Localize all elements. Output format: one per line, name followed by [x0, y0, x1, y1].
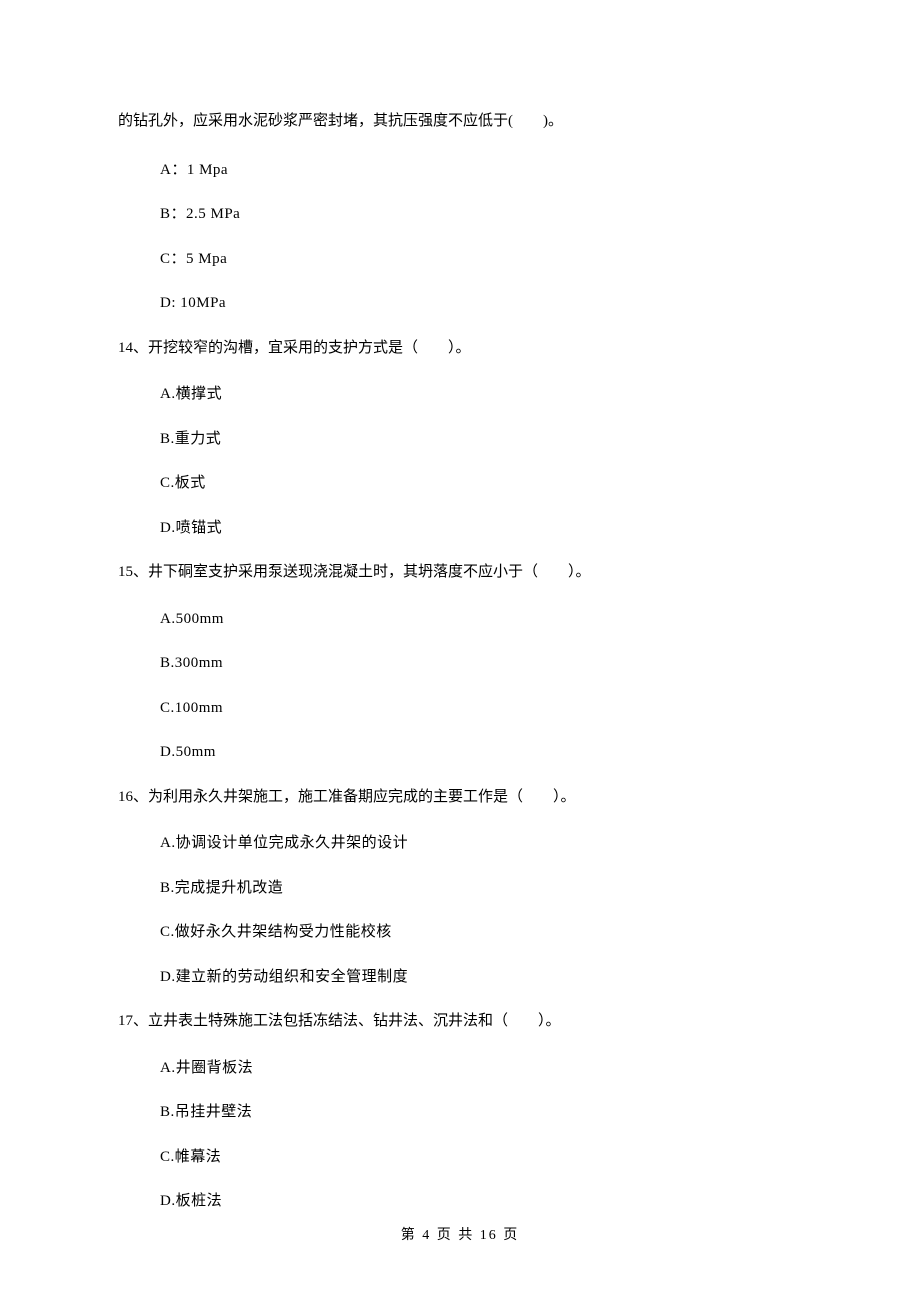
q16-option-c: C.做好永久井架结构受力性能校核 [160, 921, 802, 944]
q14-options: A.横撑式 B.重力式 C.板式 D.喷锚式 [160, 383, 802, 539]
q17-stem: 17、立井表土特殊施工法包括冻结法、钻井法、沉井法和（ ）。 [118, 1010, 802, 1033]
q14-option-b: B.重力式 [160, 428, 802, 451]
q14-option-a: A.横撑式 [160, 383, 802, 406]
q14-option-c: C.板式 [160, 472, 802, 495]
q17-option-b: B.吊挂井壁法 [160, 1101, 802, 1124]
q17-option-c: C.帷幕法 [160, 1146, 802, 1169]
q14-option-d: D.喷锚式 [160, 517, 802, 540]
q16-option-b: B.完成提升机改造 [160, 877, 802, 900]
q13-stem-continuation: 的钻孔外，应采用水泥砂浆严密封堵，其抗压强度不应低于( )。 [118, 110, 802, 133]
q16-option-d: D.建立新的劳动组织和安全管理制度 [160, 966, 802, 989]
q16-block: 16、为利用永久井架施工，施工准备期应完成的主要工作是（ ）。 A.协调设计单位… [118, 786, 802, 989]
q15-option-a: A.500mm [160, 608, 802, 631]
q13-options-block: A：1 Mpa B：2.5 MPa C：5 Mpa D: 10MPa [118, 159, 802, 315]
q13-option-b: B：2.5 MPa [160, 203, 802, 226]
page-footer: 第 4 页 共 16 页 [0, 1225, 920, 1246]
q13-options: A：1 Mpa B：2.5 MPa C：5 Mpa D: 10MPa [160, 159, 802, 315]
q17-block: 17、立井表土特殊施工法包括冻结法、钻井法、沉井法和（ ）。 A.井圈背板法 B… [118, 1010, 802, 1213]
q17-option-d: D.板桩法 [160, 1190, 802, 1213]
q16-options: A.协调设计单位完成永久井架的设计 B.完成提升机改造 C.做好永久井架结构受力… [160, 832, 802, 988]
q15-option-c: C.100mm [160, 697, 802, 720]
q17-options: A.井圈背板法 B.吊挂井壁法 C.帷幕法 D.板桩法 [160, 1057, 802, 1213]
q15-option-d: D.50mm [160, 741, 802, 764]
q15-option-b: B.300mm [160, 652, 802, 675]
q14-block: 14、开挖较窄的沟槽，宜采用的支护方式是（ ）。 A.横撑式 B.重力式 C.板… [118, 337, 802, 540]
q16-option-a: A.协调设计单位完成永久井架的设计 [160, 832, 802, 855]
q15-block: 15、井下硐室支护采用泵送现浇混凝土时，其坍落度不应小于（ ）。 A.500mm… [118, 561, 802, 764]
exam-page: 的钻孔外，应采用水泥砂浆严密封堵，其抗压强度不应低于( )。 A：1 Mpa B… [0, 0, 920, 1302]
q14-stem: 14、开挖较窄的沟槽，宜采用的支护方式是（ ）。 [118, 337, 802, 360]
q13-option-a: A：1 Mpa [160, 159, 802, 182]
q15-options: A.500mm B.300mm C.100mm D.50mm [160, 608, 802, 764]
q13-option-d: D: 10MPa [160, 292, 802, 315]
q15-stem: 15、井下硐室支护采用泵送现浇混凝土时，其坍落度不应小于（ ）。 [118, 561, 802, 584]
q17-option-a: A.井圈背板法 [160, 1057, 802, 1080]
q13-option-c: C：5 Mpa [160, 248, 802, 271]
q16-stem: 16、为利用永久井架施工，施工准备期应完成的主要工作是（ ）。 [118, 786, 802, 809]
